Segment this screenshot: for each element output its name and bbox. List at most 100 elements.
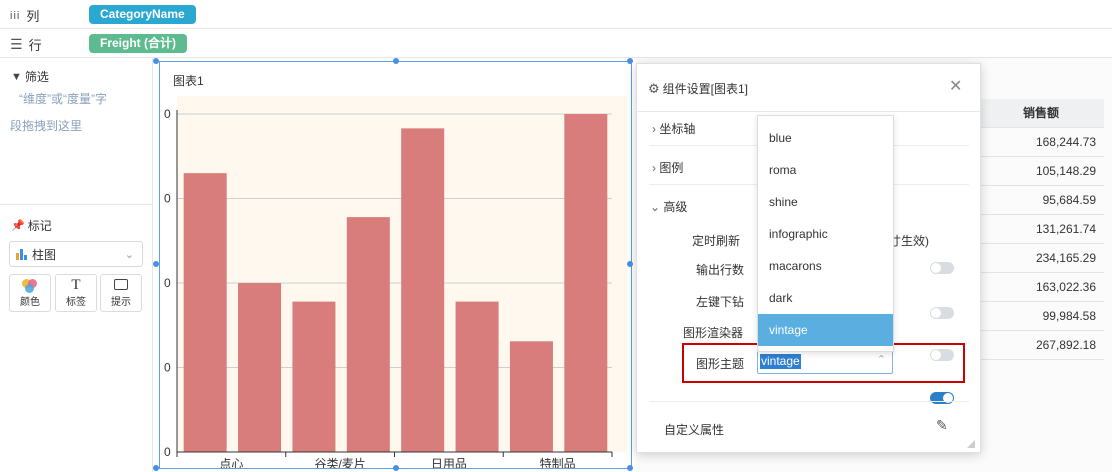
theme-option[interactable]: vintage (758, 314, 893, 346)
y-tick-label: 0 (164, 192, 171, 206)
filter-icon: ▼ (11, 70, 22, 83)
resize-handle[interactable] (627, 58, 633, 64)
tooltip-mark-button[interactable]: 提示 (100, 274, 142, 312)
header-divider (637, 111, 980, 112)
tooltip-label: 提示 (111, 296, 131, 308)
label-label: 标签 (66, 297, 86, 308)
label-mark-button[interactable]: T 标签 (55, 274, 97, 312)
chart-type-label: 柱图 (32, 247, 57, 262)
section-legend[interactable]: › 图例 (652, 159, 683, 176)
resize-handle[interactable] (393, 465, 399, 471)
table-cell: 95,684.59 (978, 186, 1104, 215)
resize-handle[interactable] (627, 465, 633, 471)
marks-title: 📌 标记 (11, 219, 52, 233)
table-header: 销售额 (978, 99, 1104, 128)
resize-handle[interactable] (153, 58, 159, 64)
divider (649, 401, 969, 402)
close-icon[interactable]: ✕ (949, 76, 962, 96)
resize-handle[interactable] (393, 58, 399, 64)
timed-refresh-note: 寸生效) (889, 234, 929, 248)
chevron-right-icon: › (652, 122, 656, 136)
chart-theme-toggle[interactable] (930, 392, 954, 404)
color-mark-button[interactable]: 颜色 (9, 274, 51, 312)
resize-handle[interactable] (627, 261, 633, 267)
chevron-right-icon: › (652, 161, 656, 175)
y-tick-label: 0 (164, 276, 171, 290)
rows-shelf: ☰ 行 Freight (合计) (0, 29, 1112, 58)
x-tick-label: 谷类/麦片 (314, 457, 365, 468)
theme-dropdown: blue roma shine infographic macarons dark vint… (757, 115, 894, 352)
table-cell: 234,165.29 (978, 244, 1104, 273)
dialog-header: ⚙ 组件设置[图表1] (648, 80, 748, 97)
resize-handle[interactable] (153, 465, 159, 471)
bar[interactable] (346, 217, 390, 452)
left-drill-toggle[interactable] (930, 307, 954, 319)
section-axis[interactable]: › 坐标轴 (652, 120, 695, 137)
filter-hint-2: 段拖拽到这里 (10, 119, 83, 133)
x-tick-label: 日用品 (431, 457, 467, 468)
resize-handle[interactable] (153, 261, 159, 267)
table-cell: 163,022.36 (978, 273, 1104, 302)
x-tick-label: 特制品 (540, 456, 576, 468)
theme-option[interactable]: dark (758, 282, 893, 314)
x-tick-label: 点心 (219, 457, 243, 468)
color-icon (22, 278, 38, 293)
theme-option[interactable]: blue (758, 122, 893, 154)
table-cell: 131,261.74 (978, 215, 1104, 244)
rows-icon: ☰ (10, 36, 23, 52)
filter-hint-1: “维度”或“度量”字 (19, 92, 107, 106)
text-icon: T (71, 277, 81, 293)
theme-option[interactable]: macarons (758, 250, 893, 282)
filter-title: ▼ 筛选 (11, 70, 49, 84)
columns-shelf: iii 列 CategoryName (0, 0, 1112, 29)
theme-option[interactable]: roma (758, 154, 893, 186)
left-drill-label: 左键下钻 (696, 295, 745, 309)
edit-icon[interactable]: ✎ (936, 417, 948, 434)
left-panel: ▼ 筛选 “维度”或“度量”字 段拖拽到这里 📌 标记 柱图 ⌄ 颜色 T 标签… (0, 58, 153, 472)
chevron-down-icon: ⌄ (650, 200, 661, 214)
chart-component[interactable]: 图表1 点心 谷类/麦片 日用品 特制品 00000 (159, 61, 632, 469)
renderer-label: 图形渲染器 (683, 326, 744, 340)
bar[interactable] (183, 173, 227, 452)
rows-pill[interactable]: Freight (合计) (89, 34, 187, 53)
table-cell: 99,984.58 (978, 302, 1104, 331)
chart-theme-label: 图形主题 (696, 357, 745, 371)
gear-icon: ⚙ (648, 80, 660, 96)
bar-chart: 点心 谷类/麦片 日用品 特制品 0 0 0 0 0 (164, 96, 627, 468)
chart-theme-select[interactable]: vintage ⌃ (757, 350, 893, 374)
table-body: 168,244.73 105,148.29 95,684.59 131,261.74 2… (978, 128, 1104, 360)
section-advanced[interactable]: ⌄ 高级 (650, 198, 687, 215)
chart-type-select[interactable]: 柱图 ⌄ (9, 241, 143, 267)
y-tick-label: 0 (164, 361, 171, 375)
resize-grip-icon[interactable] (967, 440, 975, 448)
theme-option[interactable]: infographic (758, 218, 893, 250)
y-tick-label: 0 (164, 445, 171, 459)
pin-icon: 📌 (11, 220, 25, 232)
bar[interactable] (238, 283, 282, 452)
output-rows-label: 输出行数 (696, 263, 745, 277)
columns-shelf-label: iii 列 (10, 9, 40, 24)
bar[interactable] (564, 114, 608, 452)
dialog-title: 组件设置[图表1] (662, 82, 748, 96)
bar[interactable] (401, 128, 445, 452)
columns-pill[interactable]: CategoryName (89, 5, 196, 24)
bar[interactable] (292, 301, 336, 452)
divider (0, 204, 152, 205)
sales-table: 销售额 168,244.73 105,148.29 95,684.59 131,261… (978, 99, 1104, 360)
table-cell: 105,148.29 (978, 157, 1104, 186)
chevron-up-icon: ⌃ (876, 354, 886, 366)
bar-chart-icon (16, 248, 27, 260)
bar[interactable] (455, 301, 499, 452)
rows-shelf-label: ☰ 行 (10, 36, 42, 53)
output-rows-toggle[interactable] (930, 262, 954, 274)
y-tick-label: 0 (164, 107, 171, 121)
timed-refresh-label: 定时刷新 (692, 234, 741, 248)
table-cell: 267,892.18 (978, 331, 1104, 360)
chart-theme-value: vintage (760, 354, 801, 369)
custom-props-label: 自定义属性 (664, 423, 725, 437)
speech-bubble-icon (114, 278, 128, 290)
chevron-down-icon: ⌄ (124, 248, 134, 261)
theme-option[interactable]: shine (758, 186, 893, 218)
bar[interactable] (509, 341, 553, 452)
table-cell: 168,244.73 (978, 128, 1104, 157)
